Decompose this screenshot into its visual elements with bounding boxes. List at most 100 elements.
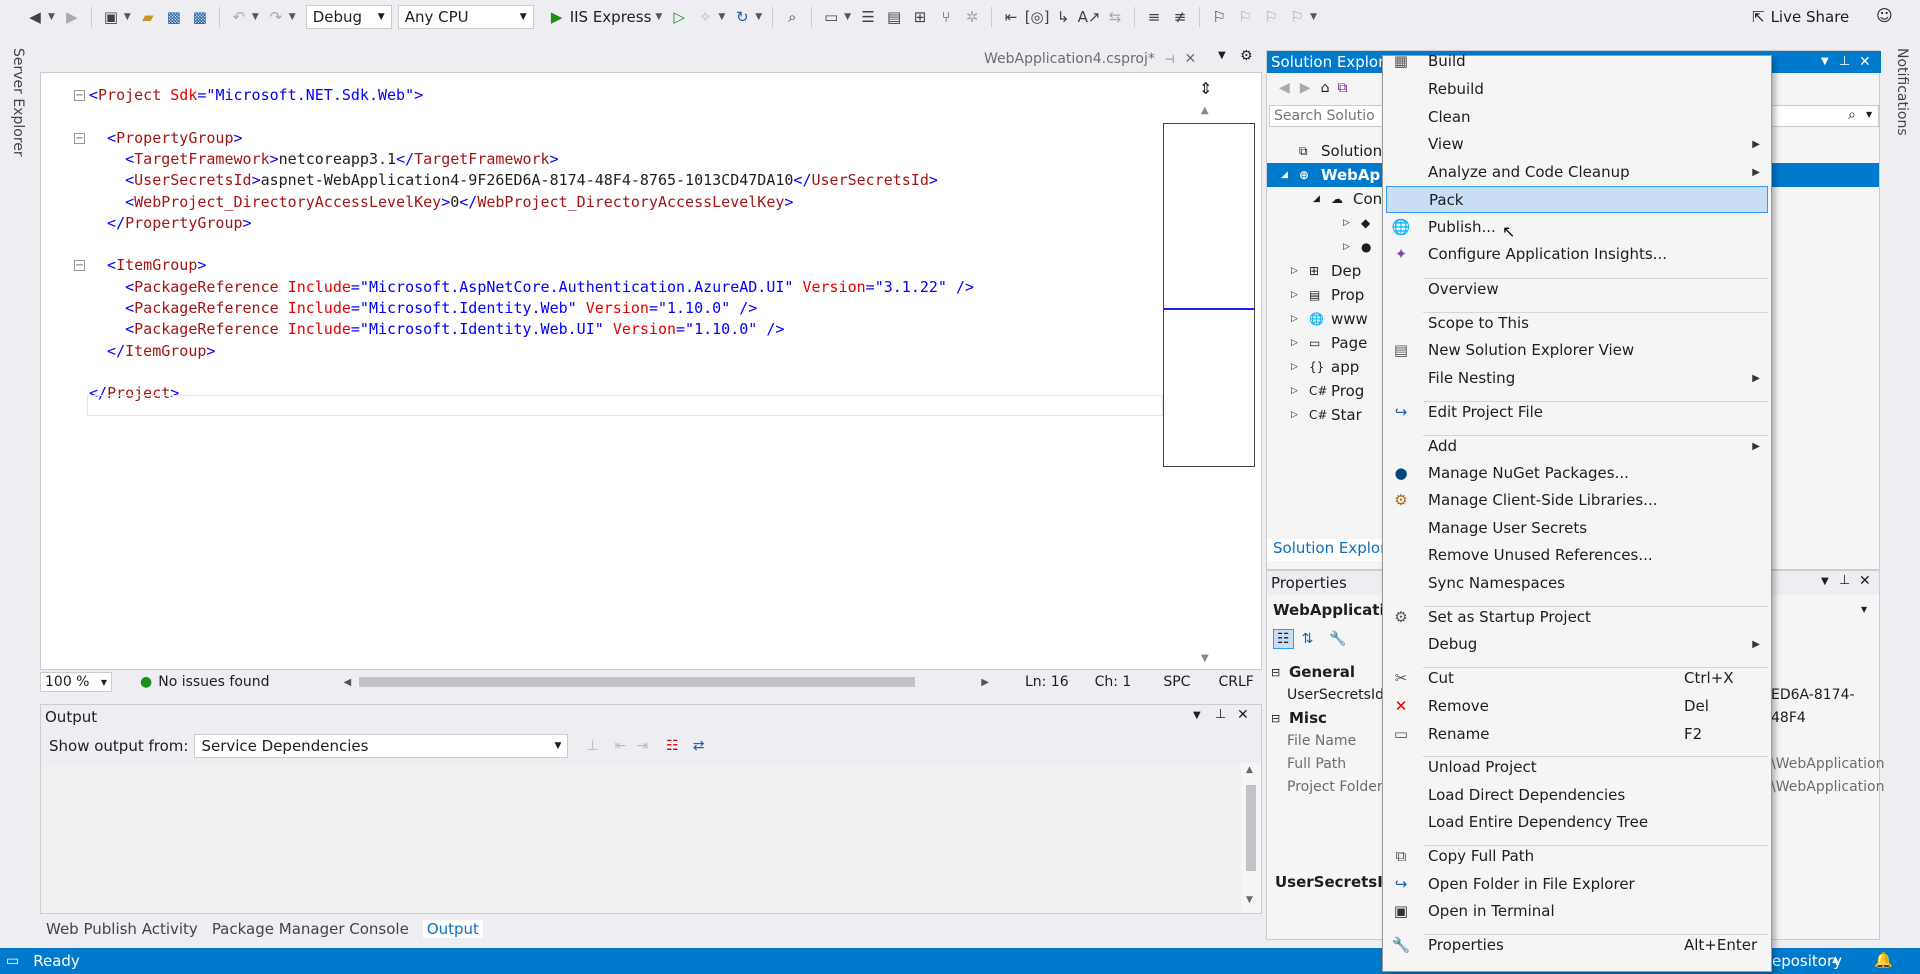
code-line[interactable]: <PackageReference Include="Microsoft.Ide… xyxy=(89,319,784,340)
open-folder-icon[interactable]: ▰ xyxy=(137,6,159,28)
expander-icon[interactable]: ▷ xyxy=(1291,355,1298,379)
pin-icon[interactable]: ⊥ xyxy=(1839,573,1850,588)
whitespace-indicator[interactable]: SPC xyxy=(1163,674,1190,690)
categorized-icon[interactable]: ☷ xyxy=(1273,629,1294,649)
menu-item-view[interactable]: View ▶ xyxy=(1386,131,1768,158)
feedback-icon[interactable]: ☺ xyxy=(1876,6,1893,25)
settings-icon[interactable]: ⚙ xyxy=(1240,48,1253,64)
menu-item-build[interactable]: ▦ Build xyxy=(1386,48,1768,75)
code-line[interactable]: <ItemGroup> xyxy=(89,255,206,276)
menu-item-clean[interactable]: Clean xyxy=(1386,104,1768,131)
expander-icon[interactable]: ▷ xyxy=(1291,307,1298,331)
step-icon[interactable]: ↳ xyxy=(1052,6,1074,28)
redo-icon[interactable]: ↷ xyxy=(265,6,287,28)
indent-icon[interactable]: ⇤ xyxy=(1000,6,1022,28)
undo-dropdown-icon[interactable]: ▼ xyxy=(252,12,259,22)
scroll-up-icon[interactable]: ▲ xyxy=(1246,765,1253,775)
code-line[interactable]: </PropertyGroup> xyxy=(89,213,252,234)
back-dropdown-icon[interactable]: ▼ xyxy=(48,12,55,22)
code-line[interactable]: <PropertyGroup> xyxy=(89,128,242,149)
issues-status[interactable]: No issues found xyxy=(158,674,269,690)
line-ending-indicator[interactable]: CRLF xyxy=(1218,674,1253,690)
menu-item-overview[interactable]: Overview xyxy=(1386,276,1768,303)
code-line[interactable]: <TargetFramework>netcoreapp3.1</TargetFr… xyxy=(89,149,559,170)
tab-output[interactable]: Output xyxy=(422,920,483,938)
menu-item-file-nesting[interactable]: File Nesting ▶ xyxy=(1386,365,1768,392)
redo-dropdown-icon[interactable]: ▼ xyxy=(289,12,296,22)
tab-web-publish-activity[interactable]: Web Publish Activity xyxy=(46,920,198,938)
home-icon[interactable]: ⌂ xyxy=(1321,80,1330,96)
find-message-icon[interactable]: ⊥ xyxy=(586,738,598,754)
split-view-icon[interactable]: ⇕ xyxy=(1199,79,1212,98)
scroll-down-icon[interactable]: ▼ xyxy=(1201,653,1209,664)
close-icon[interactable]: ✕ xyxy=(1184,51,1196,67)
back-icon[interactable]: ◀ xyxy=(24,6,46,28)
fold-toggle-icon[interactable]: − xyxy=(74,90,85,101)
menu-item-scope-to-this[interactable]: Scope to This xyxy=(1386,310,1768,337)
comment-icon[interactable]: ≡ xyxy=(1143,6,1165,28)
pin-icon[interactable]: ⊣ xyxy=(1165,53,1175,66)
expander-icon[interactable]: ▷ xyxy=(1291,379,1298,403)
refresh-dropdown-icon[interactable]: ▼ xyxy=(755,12,762,22)
code-area[interactable]: <Project Sdk="Microsoft.NET.Sdk.Web"> <P… xyxy=(41,73,1163,669)
compare-icon[interactable]: ⇆ xyxy=(1104,6,1126,28)
new-project-icon[interactable]: ▣ xyxy=(100,6,122,28)
configuration-dropdown[interactable]: Debug ▼ xyxy=(305,5,392,29)
forward-icon[interactable]: ▶ xyxy=(61,6,83,28)
code-line[interactable]: <WebProject_DirectoryAccessLevelKey>0</W… xyxy=(89,192,793,213)
save-all-icon[interactable]: ▩ xyxy=(189,6,211,28)
hot-reload-icon[interactable]: ✧ xyxy=(694,6,716,28)
expander-icon[interactable]: ▷ xyxy=(1343,211,1350,235)
chevron-up-icon[interactable]: ▲ xyxy=(1832,955,1839,965)
menu-item-copy-full-path[interactable]: ⧉ Copy Full Path xyxy=(1386,843,1768,870)
find-in-files-icon[interactable]: ⌕ xyxy=(781,6,803,28)
collapse-icon[interactable]: ⊟ xyxy=(1271,707,1280,730)
start-without-debug-icon[interactable]: ▷ xyxy=(668,6,690,28)
output-source-dropdown[interactable]: Service Dependencies ▼ xyxy=(194,734,569,758)
menu-item-cut[interactable]: ✂ Cut Ctrl+X xyxy=(1386,665,1768,692)
next-message-icon[interactable]: ⇥ xyxy=(636,738,648,754)
panel-options-icon[interactable]: ▼ xyxy=(1821,576,1829,587)
scroll-thumb[interactable] xyxy=(1246,785,1256,871)
tab-package-manager-console[interactable]: Package Manager Console xyxy=(212,920,409,938)
branch-icon[interactable]: ⑂ xyxy=(935,6,957,28)
document-icon[interactable]: ▤ xyxy=(883,6,905,28)
menu-item-manage-nuget-packages[interactable]: ● Manage NuGet Packages... xyxy=(1386,460,1768,487)
undo-icon[interactable]: ↶ xyxy=(228,6,250,28)
menu-item-remove-unused-references[interactable]: Remove Unused References... xyxy=(1386,542,1768,569)
menu-item-new-solution-explorer-view[interactable]: ▤ New Solution Explorer View xyxy=(1386,337,1768,364)
menu-item-publish[interactable]: 🌐 Publish... xyxy=(1386,214,1768,241)
tools-icon[interactable]: ✲ xyxy=(961,6,983,28)
menu-item-remove[interactable]: ✕ Remove Del xyxy=(1386,693,1768,720)
close-icon[interactable]: ✕ xyxy=(1859,51,1871,73)
code-line[interactable]: <Project Sdk="Microsoft.NET.Sdk.Web"> xyxy=(89,85,423,106)
refresh-icon[interactable]: ↻ xyxy=(731,6,753,28)
menu-item-manage-user-secrets[interactable]: Manage User Secrets xyxy=(1386,515,1768,542)
panel-options-icon[interactable]: ▼ xyxy=(1821,51,1829,73)
live-share-button[interactable]: ⇱ Live Share xyxy=(1752,6,1849,28)
fold-toggle-icon[interactable]: − xyxy=(74,132,85,144)
word-wrap-icon[interactable]: ⇄ xyxy=(693,738,705,754)
line-indicator[interactable]: Ln: 16 xyxy=(1025,674,1069,690)
bell-icon[interactable]: 🔔 xyxy=(1874,951,1893,969)
prev-message-icon[interactable]: ⇤ xyxy=(615,738,627,754)
layout-dropdown-icon[interactable]: ▼ xyxy=(844,12,851,22)
code-line[interactable]: <PackageReference Include="Microsoft.Asp… xyxy=(89,277,974,298)
forward-icon[interactable]: ▶ xyxy=(1300,80,1311,96)
back-icon[interactable]: ◀ xyxy=(1279,80,1290,96)
pin-icon[interactable]: ⊥ xyxy=(1839,51,1850,73)
solution-search-input[interactable] xyxy=(1270,106,1380,126)
close-icon[interactable]: ✕ xyxy=(1859,573,1871,589)
chevron-down-icon[interactable]: ▼ xyxy=(1866,110,1872,119)
code-minimap[interactable] xyxy=(1163,123,1255,467)
bracket-icon[interactable]: [◎] xyxy=(1025,6,1050,28)
new-project-dropdown-icon[interactable]: ▼ xyxy=(124,12,131,22)
menu-item-rebuild[interactable]: Rebuild xyxy=(1386,76,1768,103)
expander-icon[interactable]: ▷ xyxy=(1343,235,1350,259)
hot-reload-dropdown-icon[interactable]: ▼ xyxy=(718,12,725,22)
code-line[interactable]: </ItemGroup> xyxy=(89,341,215,362)
clear-all-icon[interactable]: ☷ xyxy=(666,738,679,754)
list-icon[interactable]: ☰ xyxy=(857,6,879,28)
menu-item-properties[interactable]: 🔧 Properties Alt+Enter xyxy=(1386,932,1768,959)
alphabetical-icon[interactable]: ⇅ xyxy=(1302,631,1314,647)
